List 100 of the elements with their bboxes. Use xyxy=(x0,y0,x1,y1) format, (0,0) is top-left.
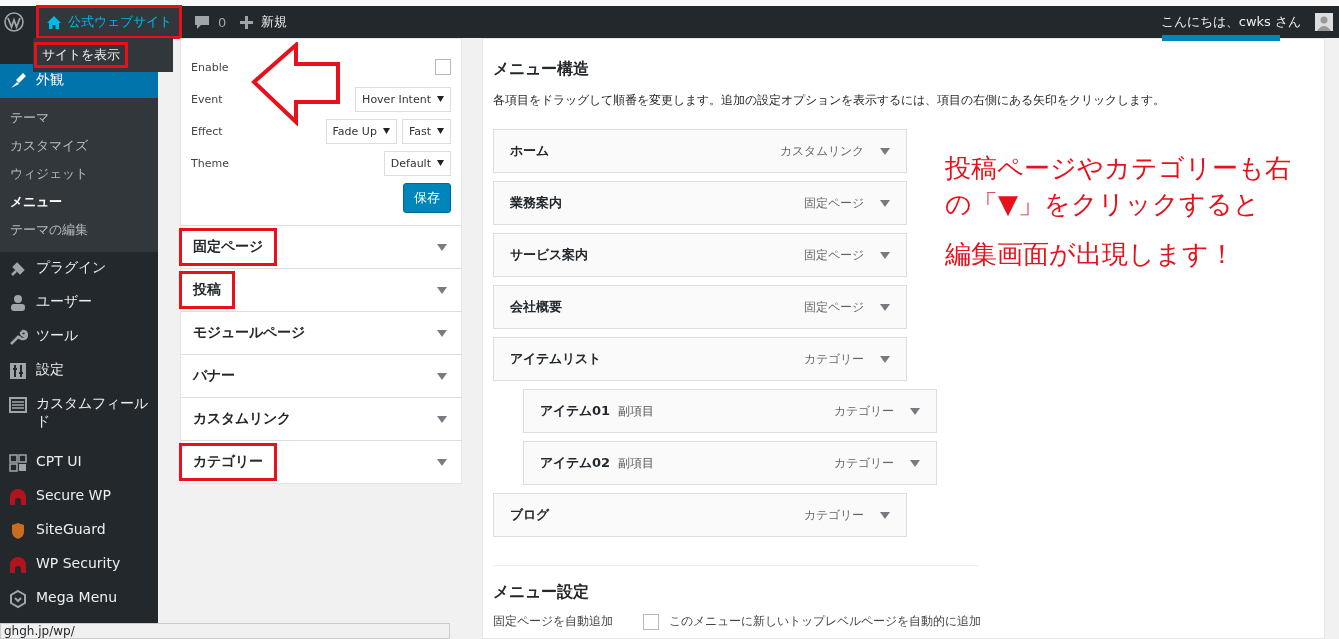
sidebar-item[interactable]: カスタムフィールド xyxy=(0,388,158,446)
caret-icon[interactable] xyxy=(880,303,890,311)
sidebar-item-icon xyxy=(8,487,28,507)
status-bar-url: ghgh.jp/wp/ xyxy=(0,623,450,639)
avatar-icon[interactable] xyxy=(1315,13,1333,31)
sidebar-item[interactable]: CPT UI xyxy=(0,446,158,480)
submenu-item[interactable]: メニュー xyxy=(0,188,158,216)
new-link[interactable]: 新規 xyxy=(261,13,288,31)
menu-item[interactable]: 業務案内 固定ページ xyxy=(493,181,907,225)
auto-add-checkbox[interactable] xyxy=(643,613,659,630)
caret-icon[interactable] xyxy=(910,459,920,467)
annotation-text: 投稿ページやカテゴリーも右の「▼」をクリックすると xyxy=(945,152,1292,221)
menu-item[interactable]: 会社概要 固定ページ xyxy=(493,285,907,329)
accordion-section[interactable]: カテゴリー xyxy=(181,440,461,483)
menu-item-type: カテゴリー xyxy=(804,350,864,368)
section-title: モジュールページ xyxy=(192,323,306,342)
accordion-section[interactable]: バナー xyxy=(181,354,461,397)
select-dropdown[interactable]: Default xyxy=(383,150,451,176)
section-title: バナー xyxy=(191,366,236,385)
caret-icon xyxy=(437,329,447,337)
caret-icon[interactable] xyxy=(880,147,890,155)
menu-structure-heading: メニュー構造 xyxy=(493,59,590,80)
menu-item[interactable]: アイテム02 副項目 カテゴリー xyxy=(523,441,937,485)
sidebar-item-icon xyxy=(8,293,28,313)
select-dropdown[interactable]: Fade Up xyxy=(325,118,397,144)
sidebar-item[interactable]: Mega Menu xyxy=(0,582,158,616)
accordion-section[interactable]: モジュールページ xyxy=(181,311,461,354)
wordpress-logo-icon[interactable] xyxy=(4,12,24,32)
caret-icon[interactable] xyxy=(880,251,890,259)
menu-item-type: 固定ページ xyxy=(804,246,864,264)
setting-label: Event xyxy=(191,92,223,106)
select-dropdown[interactable]: Fast xyxy=(401,118,451,144)
sidebar-item[interactable]: WP Security xyxy=(0,548,158,582)
caret-icon xyxy=(437,243,447,251)
menu-item-type: 固定ページ xyxy=(804,194,864,212)
menu-item[interactable]: ブログ カテゴリー xyxy=(493,493,907,537)
caret-icon xyxy=(437,96,444,102)
menu-settings-heading: メニュー設定 xyxy=(493,582,590,603)
caret-icon xyxy=(382,128,390,134)
menu-item-type: 固定ページ xyxy=(804,298,864,316)
sidebar-item[interactable]: 設定 xyxy=(0,354,158,388)
menu-item-type: カテゴリー xyxy=(804,506,864,524)
sidebar-item[interactable]: ユーザー xyxy=(0,286,158,320)
accordion-section[interactable]: 投稿 xyxy=(181,268,461,311)
sidebar-item-icon xyxy=(8,327,28,347)
accordion-section[interactable]: 固定ページ xyxy=(181,225,461,268)
caret-icon xyxy=(437,286,447,294)
enable-checkbox[interactable] xyxy=(435,59,451,75)
caret-icon xyxy=(437,160,444,166)
caret-icon[interactable] xyxy=(880,511,890,519)
sidebar-item[interactable]: プラグイン xyxy=(0,252,158,286)
sidebar-item-icon xyxy=(8,395,28,415)
comment-count: 0 xyxy=(218,14,227,30)
sidebar-item[interactable]: ツール xyxy=(0,320,158,354)
menu-item[interactable]: ホーム カスタムリンク xyxy=(493,129,907,173)
sidebar-item-icon xyxy=(8,589,28,609)
sidebar-item-icon xyxy=(8,453,28,473)
section-title: カスタムリンク xyxy=(192,409,292,428)
menu-item-type: カスタムリンク xyxy=(780,142,864,160)
submenu-item[interactable]: カスタマイズ xyxy=(0,132,158,160)
view-site-link[interactable]: サイトを表示 xyxy=(36,44,126,66)
sub-item-label: 副項目 xyxy=(618,402,655,420)
accordion-section[interactable]: カスタムリンク xyxy=(181,397,461,440)
setting-label: Theme xyxy=(191,156,229,170)
sidebar-item[interactable]: Secure WP xyxy=(0,480,158,514)
comment-icon[interactable] xyxy=(194,14,210,30)
menu-item[interactable]: アイテム01 副項目 カテゴリー xyxy=(523,389,937,433)
menu-item-type: カテゴリー xyxy=(834,402,894,420)
section-title: 固定ページ xyxy=(181,230,275,264)
setting-label: Effect xyxy=(191,124,223,138)
submenu-item[interactable]: テーマの編集 xyxy=(0,216,158,244)
home-icon xyxy=(46,14,62,30)
save-button[interactable]: 保存 xyxy=(403,183,451,213)
section-title: カテゴリー xyxy=(181,445,275,479)
caret-icon xyxy=(437,372,447,380)
menu-structure-description: 各項目をドラッグして順番を変更します。追加の設定オプションを表示するには、項目の右側にある矢印をクリックします。 xyxy=(493,92,1166,109)
caret-icon[interactable] xyxy=(910,407,920,415)
submenu-item[interactable]: ウィジェット xyxy=(0,160,158,188)
sidebar-item-icon xyxy=(8,361,28,381)
menu-item[interactable]: アイテムリスト カテゴリー xyxy=(493,337,907,381)
setting-label: 固定ページを自動追加 xyxy=(493,613,613,630)
caret-icon[interactable] xyxy=(880,199,890,207)
plus-icon[interactable] xyxy=(240,15,254,29)
setting-label: Enable xyxy=(191,60,229,74)
menu-item-type: カテゴリー xyxy=(834,454,894,472)
menu-item[interactable]: サービス案内 固定ページ xyxy=(493,233,907,277)
caret-icon xyxy=(437,415,447,423)
sidebar-item[interactable]: SiteGuard xyxy=(0,514,158,548)
site-link[interactable]: 公式ウェブサイト xyxy=(38,7,180,37)
caret-icon xyxy=(437,128,444,134)
sidebar-item-icon xyxy=(8,555,28,575)
select-dropdown[interactable]: Hover Intent xyxy=(355,86,451,112)
sub-item-label: 副項目 xyxy=(618,454,655,472)
section-title: 投稿 xyxy=(181,273,233,307)
caret-icon xyxy=(437,458,447,466)
submenu-item[interactable]: テーマ xyxy=(0,104,158,132)
caret-icon[interactable] xyxy=(880,355,890,363)
greeting[interactable]: こんにちは、cwks さん xyxy=(1160,13,1301,31)
annotation-text: 編集画面が出現します！ xyxy=(945,238,1236,271)
checkbox-label: このメニューに新しいトップレベルページを自動的に追加 xyxy=(669,613,981,630)
